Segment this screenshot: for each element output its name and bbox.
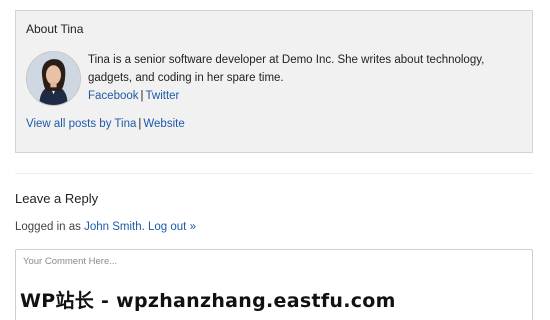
author-box-title: About Tina bbox=[26, 22, 84, 36]
website-link[interactable]: Website bbox=[143, 118, 184, 130]
page: About Tina Tina is a senior software dev… bbox=[0, 0, 550, 320]
facebook-link[interactable]: Facebook bbox=[88, 90, 139, 102]
link-separator: | bbox=[140, 90, 144, 102]
comment-field-wrapper bbox=[15, 249, 533, 320]
author-footer-links: View all posts by Tina | Website bbox=[26, 115, 185, 133]
author-bio-box: About Tina Tina is a senior software dev… bbox=[15, 10, 533, 153]
logged-in-line: Logged in as John Smith. Log out » bbox=[15, 221, 196, 233]
logged-in-suffix: . bbox=[141, 221, 145, 233]
logout-link[interactable]: Log out » bbox=[148, 221, 196, 233]
avatar-photo-icon bbox=[27, 52, 80, 105]
comment-textarea[interactable] bbox=[16, 250, 532, 320]
section-divider bbox=[15, 173, 533, 174]
profile-link[interactable]: John Smith bbox=[84, 221, 142, 233]
leave-reply-heading: Leave a Reply bbox=[15, 191, 99, 206]
author-social-links: Facebook | Twitter bbox=[88, 87, 179, 105]
view-all-posts-link[interactable]: View all posts by Tina bbox=[26, 118, 136, 130]
logged-in-prefix: Logged in as bbox=[15, 221, 85, 233]
author-bio-text: Tina is a senior software developer at D… bbox=[88, 54, 485, 84]
twitter-link[interactable]: Twitter bbox=[146, 90, 180, 102]
author-avatar bbox=[26, 51, 81, 106]
